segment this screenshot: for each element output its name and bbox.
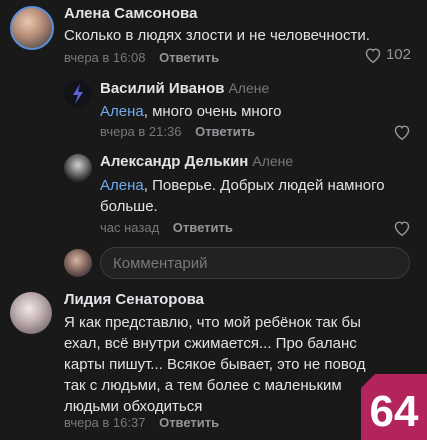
like-button[interactable] xyxy=(393,220,411,236)
comment-text-line: так с людьми, а тем более с маленьким xyxy=(64,377,342,394)
reply-to: Алене xyxy=(228,80,270,96)
comment-author[interactable]: Алена Самсонова xyxy=(64,5,197,22)
channel-logo-badge: 64 xyxy=(361,374,427,440)
reply-text-body: , много очень много xyxy=(143,103,282,120)
like-button[interactable] xyxy=(393,124,411,140)
reply-meta: вчера в 21:36 Ответить xyxy=(100,124,255,139)
comment-text-line: Я как представлю, что мой ребёнок так бы xyxy=(64,314,361,331)
avatar xyxy=(64,249,92,277)
reply-author[interactable]: Василий Иванов Алене xyxy=(100,80,269,97)
mention-link[interactable]: Алена xyxy=(100,103,144,120)
comment-meta: вчера в 16:37 Ответить xyxy=(64,415,219,430)
reply-button[interactable]: Ответить xyxy=(159,415,219,430)
comment-time: вчера в 16:37 xyxy=(64,415,146,430)
like-count: 102 xyxy=(385,46,411,63)
reply-author-name[interactable]: Александр Делькин xyxy=(100,153,248,170)
avatar[interactable] xyxy=(10,6,54,50)
comment-text-line: карты пишут... Всякое бывает, это не пов… xyxy=(64,356,366,373)
reply-time: вчера в 21:36 xyxy=(100,124,182,139)
heart-icon xyxy=(394,125,410,140)
avatar[interactable] xyxy=(64,154,92,182)
reply-time: час назад xyxy=(100,220,160,235)
comment-time: вчера в 16:08 xyxy=(64,50,146,65)
heart-icon xyxy=(394,221,410,236)
reply-text-line: , Поверье. Добрых людей намного xyxy=(143,177,385,194)
comment-author[interactable]: Лидия Сенаторова xyxy=(64,291,204,308)
reply-button[interactable]: Ответить xyxy=(173,220,233,235)
comment-meta: вчера в 16:08 Ответить xyxy=(64,50,219,65)
reply-button[interactable]: Ответить xyxy=(195,124,255,139)
reply-button[interactable]: Ответить xyxy=(159,50,219,65)
reply-text-line: больше. xyxy=(100,198,158,215)
lightning-icon xyxy=(73,84,83,104)
avatar[interactable] xyxy=(10,292,52,334)
heart-icon xyxy=(365,47,381,63)
badge-text: 64 xyxy=(370,387,419,436)
reply-to: Алене xyxy=(252,153,294,169)
comment-text: Сколько в людях злости и не человечности… xyxy=(64,27,370,44)
reply-author-name[interactable]: Василий Иванов xyxy=(100,80,224,97)
reply-text: Алена, много очень много xyxy=(100,101,282,122)
avatar[interactable] xyxy=(64,80,92,108)
comment-text-line: людьми обходиться xyxy=(64,398,203,415)
comment-text-line: ехал, всё внутри сжимается... Про баланс xyxy=(64,335,357,352)
reply-meta: час назад Ответить xyxy=(100,220,233,235)
reply-author[interactable]: Александр Делькин Алене xyxy=(100,153,293,170)
comment-text: Я как представлю, что мой ребёнок так бы… xyxy=(64,312,365,417)
comment-input[interactable]: Комментарий xyxy=(100,247,410,279)
reply-text: Алена, Поверье. Добрых людей намного бол… xyxy=(100,175,385,217)
mention-link[interactable]: Алена xyxy=(100,177,144,194)
like-button[interactable]: 102 xyxy=(364,46,411,63)
